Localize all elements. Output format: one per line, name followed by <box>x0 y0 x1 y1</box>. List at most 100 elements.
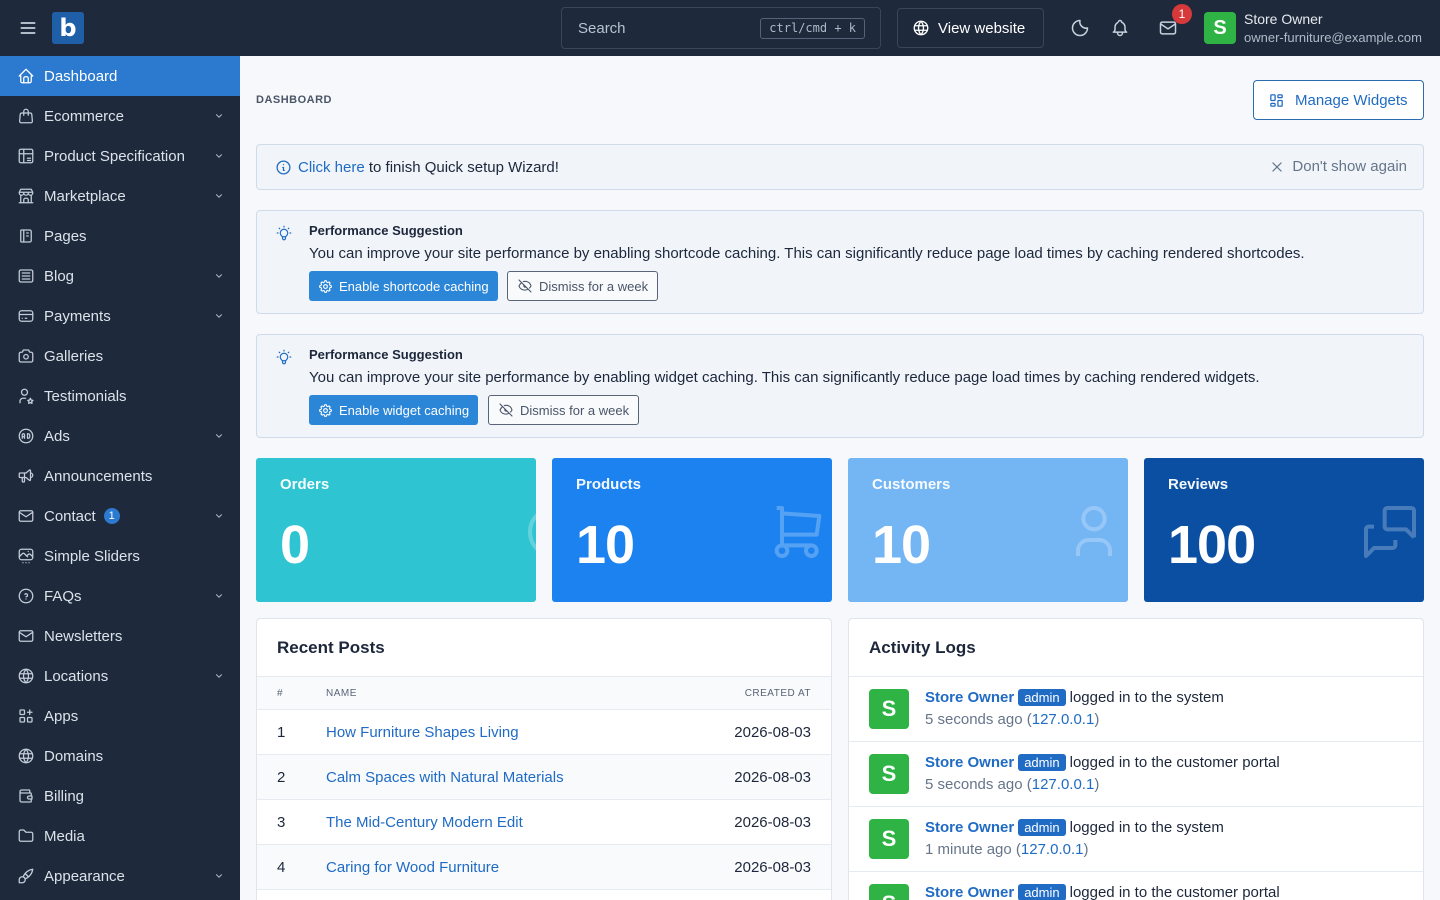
view-website-label: View website <box>938 19 1026 37</box>
user-name[interactable]: Store Owner <box>1244 11 1323 27</box>
stat-card-customers[interactable]: Customers 10 <box>848 458 1128 602</box>
world-icon <box>17 667 35 685</box>
wizard-link[interactable]: Click here <box>298 159 365 176</box>
chevron-down-icon <box>214 871 224 881</box>
sidebar-item-simple-sliders[interactable]: Simple Sliders <box>0 536 240 576</box>
stat-card-orders[interactable]: Orders 0 <box>256 458 536 602</box>
sidebar-item-contact[interactable]: Contact 1 <box>0 496 240 536</box>
avatar[interactable]: S <box>1204 12 1236 44</box>
post-date: 2026-08-03 <box>734 724 811 741</box>
log-ip-link[interactable]: 127.0.0.1 <box>1032 711 1095 728</box>
moon-icon[interactable] <box>1070 18 1090 38</box>
chevron-down-icon <box>214 111 224 121</box>
sidebar-item-apps[interactable]: Apps <box>0 696 240 736</box>
enable-shortcode-caching-button[interactable]: Enable shortcode caching <box>309 271 498 301</box>
table-row: 2 Calm Spaces with Natural Materials 2026-… <box>257 755 831 800</box>
post-number: 2 <box>277 769 286 786</box>
sidebar-item-newsletters[interactable]: Newsletters <box>0 616 240 656</box>
sidebar-item-announcements[interactable]: Announcements <box>0 456 240 496</box>
sidebar-item-media[interactable]: Media <box>0 816 240 856</box>
log-time: 1 minute ago <box>925 841 1012 858</box>
sidebar-item-label: Pages <box>44 227 87 245</box>
sidebar-item-locations[interactable]: Locations <box>0 656 240 696</box>
stat-label: Orders <box>280 476 330 493</box>
bell-icon[interactable] <box>1110 18 1130 38</box>
enable-widget-caching-button[interactable]: Enable widget caching <box>309 395 479 425</box>
post-number: 1 <box>277 724 286 741</box>
column-created-at[interactable]: CREATED AT <box>745 688 811 699</box>
dismiss-label: Dismiss for a week <box>520 402 630 418</box>
post-title-link[interactable]: How Furniture Shapes Living <box>326 724 519 741</box>
sidebar: Dashboard Ecommerce Product Specification M… <box>0 56 240 900</box>
column-name[interactable]: NAME <box>326 688 357 699</box>
sidebar-item-label: Announcements <box>44 467 153 485</box>
log-user-link[interactable]: Store Owner <box>925 689 1014 706</box>
log-ip-link[interactable]: 127.0.0.1 <box>1032 776 1095 793</box>
log-time: 5 seconds ago <box>925 711 1023 728</box>
coin-icon <box>522 496 536 568</box>
role-badge: admin <box>1018 754 1066 771</box>
sidebar-item-blog[interactable]: Blog <box>0 256 240 296</box>
dismiss-shortcode-suggestion-button[interactable]: Dismiss for a week <box>507 271 659 301</box>
post-title-link[interactable]: Caring for Wood Furniture <box>326 859 499 876</box>
sidebar-item-galleries[interactable]: Galleries <box>0 336 240 376</box>
log-ip-close: ) <box>1083 841 1089 858</box>
mail-icon <box>17 507 35 525</box>
dismiss-widget-suggestion-button[interactable]: Dismiss for a week <box>488 395 640 425</box>
log-user-link[interactable]: Store Owner <box>925 884 1014 900</box>
dont-show-again-button[interactable]: Don't show again <box>1270 158 1407 175</box>
sidebar-item-pages[interactable]: Pages <box>0 216 240 256</box>
manage-widgets-button[interactable]: Manage Widgets <box>1253 80 1424 120</box>
view-website-button[interactable]: View website <box>897 8 1044 48</box>
log-time: 5 seconds ago <box>925 776 1023 793</box>
manage-widgets-label: Manage Widgets <box>1295 91 1408 109</box>
sidebar-item-domains[interactable]: Domains <box>0 736 240 776</box>
eye-off-icon <box>498 402 520 418</box>
sidebar-item-marketplace[interactable]: Marketplace <box>0 176 240 216</box>
sidebar-item-billing[interactable]: Billing <box>0 776 240 816</box>
help-circle-icon <box>17 587 35 605</box>
log-ip-link[interactable]: 127.0.0.1 <box>1021 841 1084 858</box>
suggestion-title: Performance Suggestion <box>309 347 463 362</box>
post-title-link[interactable]: Calm Spaces with Natural Materials <box>326 769 564 786</box>
post-title-link[interactable]: The Mid-Century Modern Edit <box>326 814 523 831</box>
avatar: S <box>869 819 909 859</box>
chevron-down-icon <box>214 591 224 601</box>
search-input[interactable]: Search ctrl/cmd + k <box>561 7 881 49</box>
post-date: 2026-08-03 <box>734 859 811 876</box>
log-ip-open: ( <box>1022 776 1032 793</box>
sidebar-item-testimonials[interactable]: Testimonials <box>0 376 240 416</box>
sidebar-item-label: FAQs <box>44 587 82 605</box>
log-user-link[interactable]: Store Owner <box>925 754 1014 771</box>
recent-posts-title: Recent Posts <box>257 619 831 677</box>
sidebar-item-faqs[interactable]: FAQs <box>0 576 240 616</box>
stat-card-products[interactable]: Products 10 <box>552 458 832 602</box>
sidebar-item-appearance[interactable]: Appearance <box>0 856 240 896</box>
close-icon <box>1270 160 1292 174</box>
sidebar-item-label: Appearance <box>44 867 125 885</box>
log-meta: 5 seconds ago (127.0.0.1) <box>925 776 1099 793</box>
stat-label: Customers <box>872 476 951 493</box>
menu-icon[interactable] <box>18 18 38 38</box>
log-summary: Store Owner admin logged in to the custome… <box>925 884 1280 900</box>
avatar: S <box>869 884 909 900</box>
stat-card-reviews[interactable]: Reviews 100 <box>1144 458 1424 602</box>
sidebar-item-ads[interactable]: Ads <box>0 416 240 456</box>
notebook-icon <box>17 227 35 245</box>
sidebar-item-product-specification[interactable]: Product Specification <box>0 136 240 176</box>
sidebar-item-dashboard[interactable]: Dashboard <box>0 56 240 96</box>
sidebar-item-ecommerce[interactable]: Ecommerce <box>0 96 240 136</box>
sidebar-item-label: Newsletters <box>44 627 123 645</box>
app-logo[interactable]: b <box>52 12 84 44</box>
chevron-down-icon <box>214 311 224 321</box>
log-user-link[interactable]: Store Owner <box>925 819 1014 836</box>
stat-value: 100 <box>1168 515 1256 575</box>
activity-log-item: S Store Owneradminlogged in to the custom… <box>849 742 1423 807</box>
speakerphone-icon <box>17 467 35 485</box>
top-navbar: b Search ctrl/cmd + k View website 1 S S… <box>0 0 1440 56</box>
avatar: S <box>869 754 909 794</box>
sidebar-item-payments[interactable]: Payments <box>0 296 240 336</box>
log-action: logged in to the customer portal <box>1069 884 1280 900</box>
chevron-down-icon <box>214 191 224 201</box>
sidebar-item-label: Payments <box>44 307 111 325</box>
